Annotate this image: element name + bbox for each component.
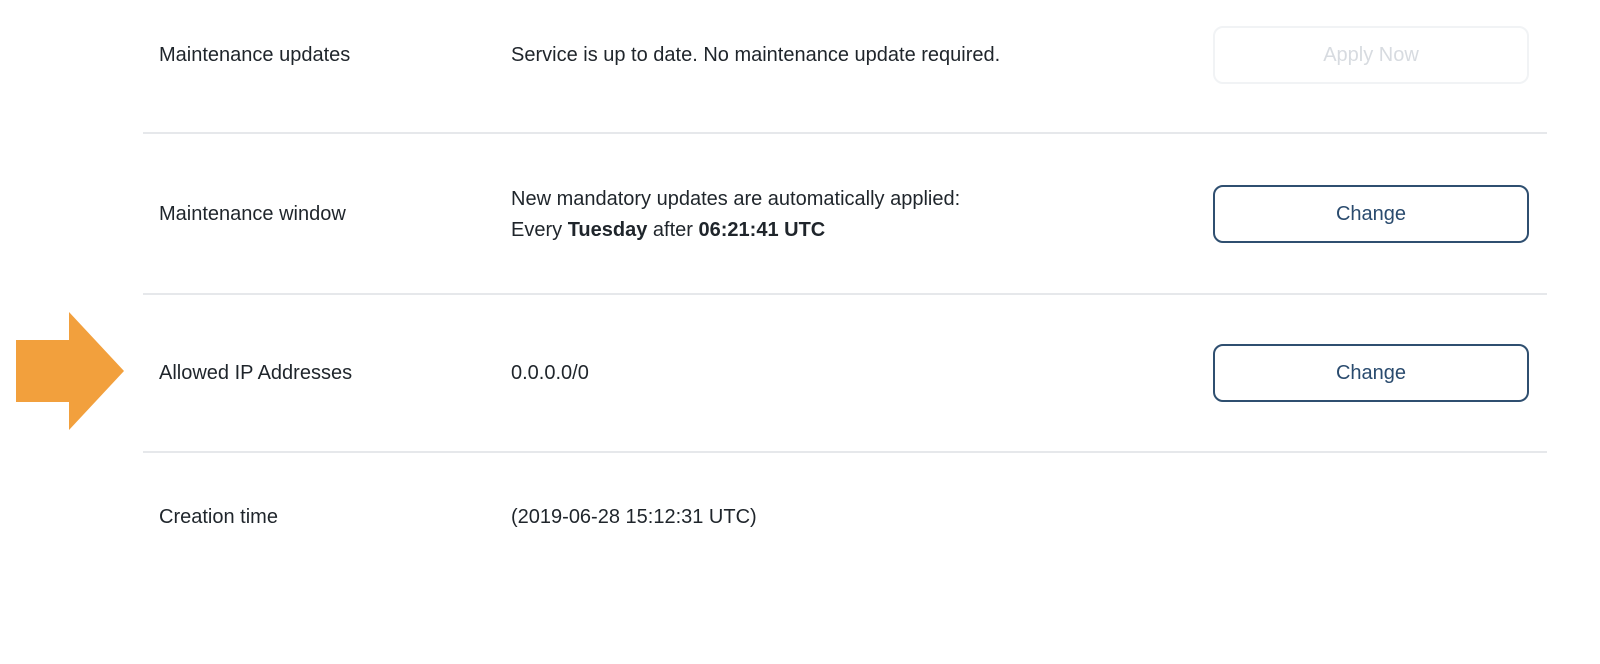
creation-time-label: Creation time [159,506,278,528]
allowed-ip-label: Allowed IP Addresses [159,362,353,384]
schedule-every-text: Every [511,219,563,241]
service-settings-panel: Maintenance updates Service is up to dat… [0,0,1600,664]
divider [143,132,1547,134]
maintenance-updates-value: Service is up to date. No maintenance up… [511,44,1001,66]
divider [143,293,1547,295]
maintenance-window-schedule: Every Tuesday after 06:21:41 UTC [511,215,960,246]
right-arrow-icon [16,312,124,430]
maintenance-window-value: New mandatory updates are automatically … [511,184,960,246]
maintenance-window-description: New mandatory updates are automatically … [511,188,961,210]
change-allowed-ip-button[interactable]: Change [1213,344,1529,402]
apply-now-button[interactable]: Apply Now [1213,26,1529,84]
change-maintenance-window-button[interactable]: Change [1213,185,1529,243]
maintenance-updates-label: Maintenance updates [159,44,351,66]
maintenance-window-label: Maintenance window [159,203,346,225]
allowed-ip-value: 0.0.0.0/0 [511,362,589,384]
schedule-time: 06:21:41 UTC [698,219,826,241]
creation-time-value: (2019-06-28 15:12:31 UTC) [511,506,757,528]
schedule-day: Tuesday [567,219,648,241]
schedule-after-text: after [652,219,693,241]
divider [143,451,1547,453]
